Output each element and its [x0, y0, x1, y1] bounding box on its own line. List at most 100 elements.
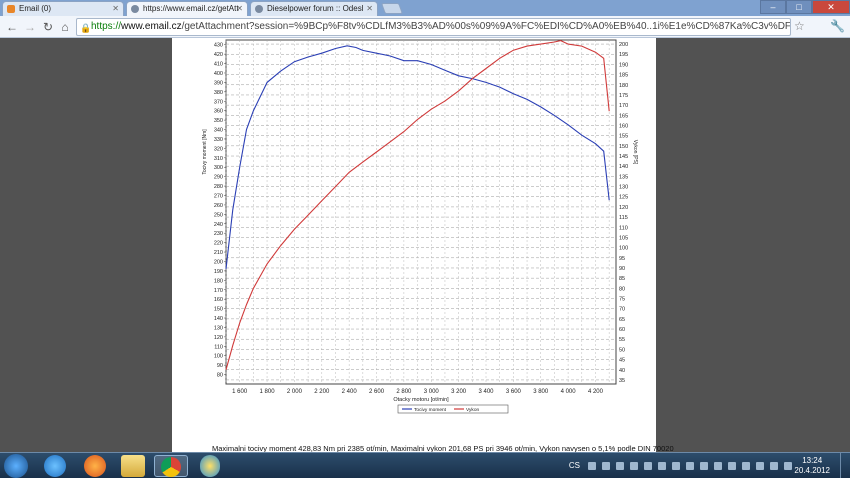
tray-icon[interactable] [602, 462, 610, 470]
firefox-icon[interactable] [84, 455, 106, 477]
tray-icon[interactable] [644, 462, 652, 470]
forward-arrow-icon[interactable]: → [22, 19, 38, 35]
back-arrow-icon[interactable]: ← [4, 19, 20, 35]
chrome-logo-icon [161, 457, 181, 477]
tray-icon[interactable] [728, 462, 736, 470]
y-left-tick-label: 210 [214, 250, 223, 256]
tray-icon[interactable] [742, 462, 750, 470]
email-favicon-icon [7, 5, 15, 13]
start-button[interactable] [4, 454, 28, 478]
tab-attachment[interactable]: https://www.email.cz/getAtt ✕ [126, 1, 248, 16]
x-tick-label: 1 800 [260, 389, 276, 395]
tray-icon[interactable] [770, 462, 778, 470]
x-tick-label: 4 000 [561, 389, 577, 395]
y-right-tick-label: 185 [619, 73, 628, 79]
url-host: www.email.cz [121, 21, 182, 32]
y-left-tick-label: 330 [214, 137, 223, 143]
tray-icon[interactable] [686, 462, 694, 470]
new-tab-button[interactable] [380, 3, 404, 14]
close-tab-icon[interactable]: ✕ [366, 2, 373, 15]
tray-icon[interactable] [630, 462, 638, 470]
y-left-tick-label: 300 [214, 165, 223, 171]
x-tick-label: 2 200 [314, 389, 330, 395]
y-left-tick-label: 380 [214, 90, 223, 96]
app-icon[interactable] [200, 455, 220, 477]
close-window-button[interactable]: ✕ [812, 0, 850, 14]
y-left-tick-label: 390 [214, 80, 223, 86]
tab-strip: Email (0) ✕ https://www.email.cz/getAtt … [0, 0, 850, 16]
reload-icon[interactable]: ↻ [40, 19, 56, 35]
close-tab-icon[interactable]: ✕ [236, 2, 243, 15]
explorer-folder-icon[interactable] [121, 455, 145, 477]
y-right-tick-label: 70 [619, 307, 625, 313]
clock-time: 13:24 [802, 456, 823, 465]
tab-label: Email (0) [19, 4, 52, 13]
attachment-image: 35 40 45 50 55 60 65 70 75 80 85 90 95 100 105 110 115 12… [172, 38, 674, 453]
y-right-tick-label: 100 [619, 246, 628, 252]
y-right-tick-label: 85 [619, 276, 625, 282]
power-torque-chart: 35 40 45 50 55 60 65 70 75 80 85 90 95 100 105 110 115 12… [202, 39, 638, 414]
tray-icon[interactable] [756, 462, 764, 470]
y-left-tick-label: 230 [214, 231, 223, 237]
internet-explorer-icon[interactable] [44, 455, 66, 477]
tray-icon[interactable] [588, 462, 596, 470]
y-left-tick-label: 160 [214, 297, 223, 303]
y-left-tick-label: 80 [217, 373, 223, 379]
y-right-tick-label: 110 [619, 225, 628, 231]
language-indicator[interactable]: CS [569, 461, 580, 470]
y-left-tick-label: 200 [214, 259, 223, 265]
window-controls: – □ ✕ [760, 0, 850, 16]
y-left-tick-label: 320 [214, 146, 223, 152]
close-tab-icon[interactable]: ✕ [112, 2, 119, 15]
y-left-tick-label: 170 [214, 288, 223, 294]
wrench-icon[interactable]: 🔧 [830, 19, 845, 33]
tray-icon[interactable] [616, 462, 624, 470]
tab-dieselpower[interactable]: Dieselpower forum :: Odesl ✕ [250, 1, 378, 16]
tab-email[interactable]: Email (0) ✕ [2, 1, 124, 16]
y-right-tick-label: 150 [619, 144, 628, 150]
y-left-tick-label: 190 [214, 269, 223, 275]
y-right-tick-label: 50 [619, 347, 625, 353]
bookmark-star-icon[interactable]: ☆ [794, 19, 805, 33]
address-bar[interactable]: 🔒 https://www.email.cz/getAttachment?ses… [76, 18, 791, 36]
y-left-tick-label: 180 [214, 278, 223, 284]
y-left-tick-label: 270 [214, 194, 223, 200]
y-left-tick-label: 430 [214, 43, 223, 49]
home-icon[interactable]: ⌂ [57, 19, 73, 35]
y-left-tick-label: 340 [214, 128, 223, 134]
y-left-tick-label: 150 [214, 307, 223, 313]
y-right-tick-label: 65 [619, 317, 625, 323]
y-right-tick-label: 120 [619, 205, 628, 211]
tray-icon[interactable] [672, 462, 680, 470]
y-right-tick-label: 35 [619, 378, 625, 384]
lock-icon: 🔒 [80, 23, 92, 33]
plot-area [225, 39, 617, 385]
y-right-tick-label: 170 [619, 103, 628, 109]
tab-label: https://www.email.cz/getAtt [143, 4, 239, 13]
y-right-tick-label: 135 [619, 174, 628, 180]
y-left-tick-label: 260 [214, 203, 223, 209]
x-tick-label: 3 800 [533, 389, 549, 395]
y-left-tick-label: 350 [214, 118, 223, 124]
taskbar-clock[interactable]: 13:24 20.4.2012 [794, 456, 830, 476]
y-right-tick-label: 45 [619, 358, 625, 364]
tray-icon[interactable] [700, 462, 708, 470]
y-right-tick-label: 60 [619, 327, 625, 333]
y-right-tick-label: 55 [619, 337, 625, 343]
y-right-tick-label: 145 [619, 154, 628, 160]
maximize-button[interactable]: □ [786, 0, 812, 14]
x-tick-label: 3 200 [451, 389, 467, 395]
y-left-axis-label: Tocivy moment [Nm] [202, 129, 208, 175]
y-right-tick-label: 165 [619, 113, 628, 119]
x-tick-label: 2 600 [369, 389, 385, 395]
tray-icon[interactable] [714, 462, 722, 470]
tab-label: Dieselpower forum :: Odesl [267, 4, 364, 13]
y-left-tick-label: 250 [214, 212, 223, 218]
minimize-button[interactable]: – [760, 0, 786, 14]
chrome-icon[interactable] [154, 455, 188, 477]
tray-icon[interactable] [784, 462, 792, 470]
show-desktop-button[interactable] [840, 453, 850, 478]
tray-icon[interactable] [658, 462, 666, 470]
y-left-tick-label: 420 [214, 52, 223, 58]
y-left-tick-label: 310 [214, 156, 223, 162]
